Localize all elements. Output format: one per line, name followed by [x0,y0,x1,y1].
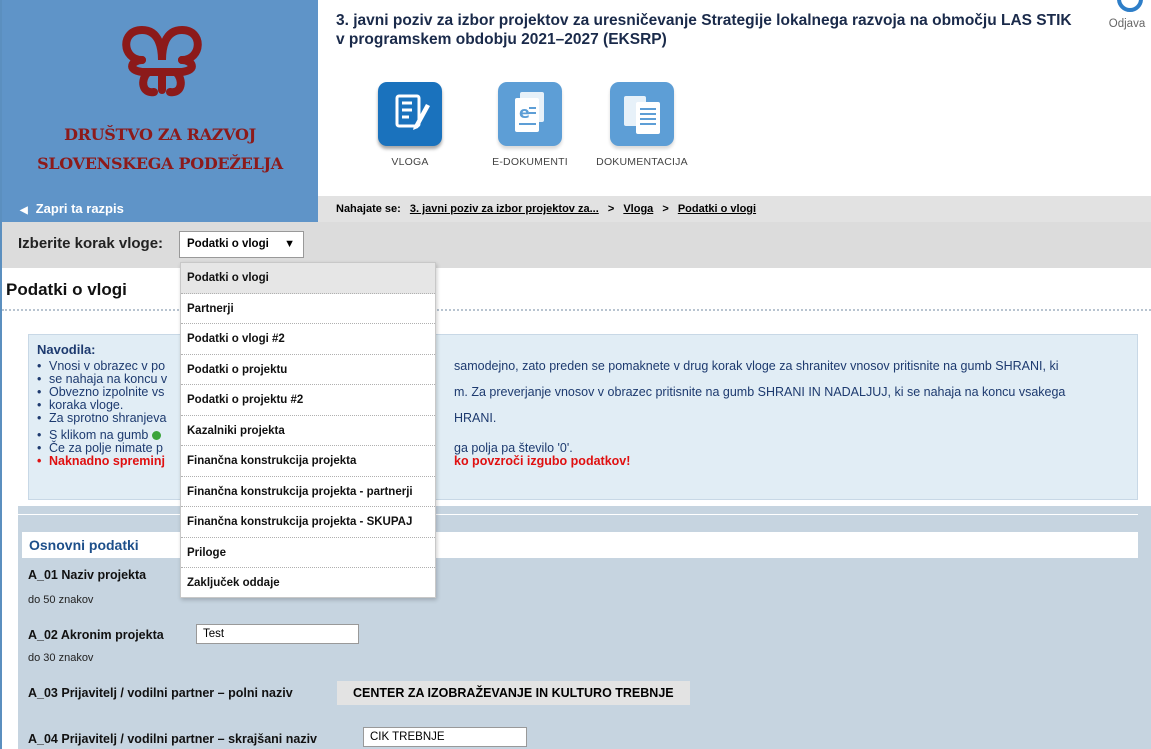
page-title: Podatki o vlogi [6,280,127,299]
breadcrumb-item-vloga[interactable]: Vloga [623,203,653,215]
instruction-text: HRANI. [454,411,497,425]
caret-left-icon: ◀ [20,205,28,216]
step-option[interactable]: Zaključek oddaje [181,568,435,599]
breadcrumb-separator: > [607,203,615,215]
step-option[interactable]: Priloge [181,538,435,568]
step-option[interactable]: Podatki o projektu [181,355,435,385]
breadcrumb-item-podatki[interactable]: Podatki o vlogi [678,203,756,215]
instruction-text: koraka vloge. [49,398,124,412]
instruction-text: m. Za preverjanje vnosov v obrazec priti… [454,385,1066,399]
step-selector-label: Izberite korak vloge: [18,235,164,252]
instructions-title: Navodila: [37,342,96,357]
instruction-text: samodejno, zato preden se pomaknete v dr… [454,359,1059,373]
warning-text: ko povzroči izgubo podatkov! [454,454,631,468]
form-pencil-icon [378,82,442,146]
a02-acronym-input[interactable]: Test [196,624,359,644]
breadcrumb-label: Nahajate se: [336,203,401,215]
instruction-text: Vnosi v obrazec v po [49,359,166,373]
a04-short-name-input[interactable]: CIK TREBNJE [363,727,527,747]
warning-text: Naknadno spreminj [49,454,165,468]
breadcrumb: Nahajate se: 3. javni poziv za izbor pro… [318,196,1151,222]
step-option[interactable]: Finančna konstrukcija projekta - partner… [181,477,435,507]
close-call-label: Zapri ta razpis [35,201,124,216]
toolbar-vloga-label: VLOGA [391,156,429,168]
step-option[interactable]: Finančna konstrukcija projekta [181,446,435,477]
svg-text:e: e [519,103,530,122]
step-option[interactable]: Podatki o vlogi [181,263,435,294]
toolbar-e-dokumenti-label: E-DOKUMENTI [492,156,568,168]
step-dropdown-menu: Podatki o vlogi Partnerji Podatki o vlog… [180,262,436,598]
close-call-link[interactable]: ◀ Zapri ta razpis [2,196,318,222]
knot-logo-icon [122,25,202,97]
breadcrumb-item-call[interactable]: 3. javni poziv za izbor projektov za... [410,203,599,215]
instruction-text: Za sprotno shranjeva [49,411,167,425]
power-icon [1117,0,1143,12]
instruction-text: se nahaja na koncu v [49,372,168,386]
a01-label: A_01 Naziv projekta [28,568,147,582]
instruction-text: Obvezno izpolnite vs [49,385,165,399]
call-title: 3. javni poziv za izbor projektov za ure… [336,12,1072,48]
toolbar-dokumentacija-label: DOKUMENTACIJA [596,156,688,168]
step-option[interactable]: Partnerji [181,294,435,324]
divider [2,309,1151,311]
toolbar-dokumentacija-button[interactable]: DOKUMENTACIJA [582,82,702,168]
logout-button[interactable]: Odjava [1105,0,1149,40]
step-option[interactable]: Podatki o vlogi #2 [181,324,435,355]
documents-icon [610,82,674,146]
step-select-value: Podatki o vlogi [187,238,269,250]
e-document-icon: e [498,82,562,146]
a01-hint: do 50 znakov [28,594,94,606]
a03-value: CENTER ZA IZOBRAŽEVANJE IN KULTURO TREBN… [337,681,690,705]
green-button-icon [151,431,161,441]
step-option[interactable]: Finančna konstrukcija projekta - SKUPAJ [181,507,435,538]
step-option[interactable]: Podatki o projektu #2 [181,385,435,416]
toolbar-e-dokumenti-button[interactable]: e E-DOKUMENTI [470,82,590,168]
chevron-down-icon: ▼ [284,238,295,250]
toolbar-vloga-button[interactable]: VLOGA [350,82,470,168]
org-name-line1: DRUŠTVO ZA RAZVOJ [64,125,256,144]
a02-label: A_02 Akronim projekta [28,628,164,642]
instruction-text: Če za polje nimate p [49,441,163,455]
a03-label: A_03 Prijavitelj / vodilni partner – pol… [28,686,293,700]
step-select[interactable]: Podatki o vlogi ▼ [179,231,304,258]
org-logo-panel: DRUŠTVO ZA RAZVOJ SLOVENSKEGA PODEŽELJA [2,0,318,196]
a04-label: A_04 Prijavitelj / vodilni partner – skr… [28,732,318,746]
step-option[interactable]: Kazalniki projekta [181,416,435,446]
logout-label: Odjava [1108,18,1146,30]
a02-hint: do 30 znakov [28,652,94,664]
step-selector-bar: Izberite korak vloge: Podatki o vlogi ▼ [2,222,1151,268]
org-name-line2: SLOVENSKEGA PODEŽELJA [37,154,283,173]
breadcrumb-separator: > [662,203,669,215]
instruction-text: S klikom na gumb [49,428,149,442]
header: 3. javni poziv za izbor projektov za ure… [318,0,1151,196]
